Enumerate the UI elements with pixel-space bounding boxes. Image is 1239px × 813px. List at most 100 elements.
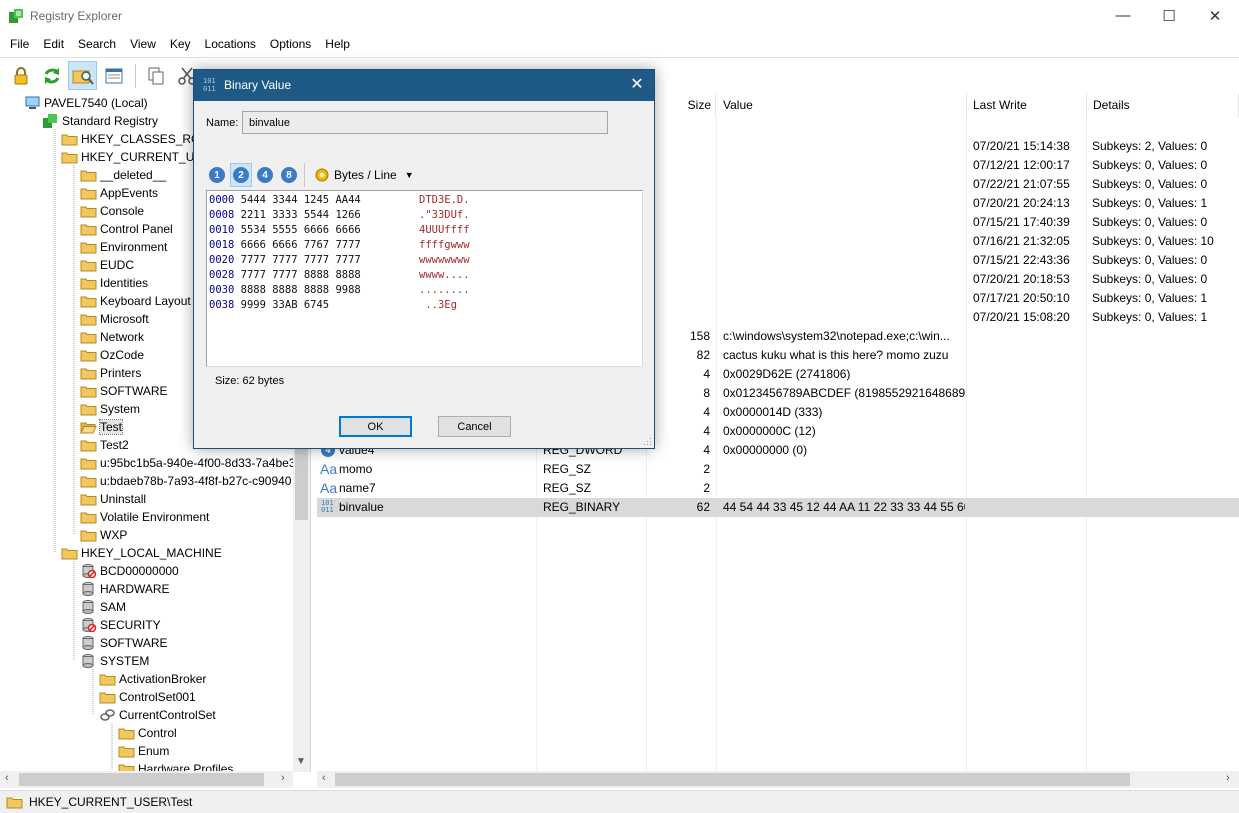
menu-help[interactable]: Help — [318, 32, 357, 56]
hex-line: 0028 7777 7777 8888 8888 wwww.... — [209, 268, 470, 283]
tree-item[interactable]: u:bdaeb78b-7a93-4f8f-b27c-c90940 — [80, 472, 291, 490]
column-value[interactable]: Value — [717, 93, 967, 117]
copy-button[interactable] — [141, 61, 170, 90]
tree-item[interactable]: System — [80, 400, 140, 418]
last-write-cell: 07/16/21 21:32:05 — [973, 234, 1070, 248]
menu-key[interactable]: Key — [163, 32, 198, 56]
column-details[interactable]: Details — [1087, 93, 1239, 117]
tree-item[interactable]: Enum — [118, 742, 169, 760]
tree-item[interactable]: Control Panel — [80, 220, 173, 238]
resize-grip-icon[interactable] — [642, 436, 652, 446]
minimize-button[interactable]: — — [1100, 0, 1146, 31]
menu-file[interactable]: File — [3, 32, 36, 56]
folder-open-icon — [80, 420, 100, 434]
folder-icon — [61, 546, 81, 560]
tree-item[interactable]: Keyboard Layout — [80, 292, 191, 310]
tree-item[interactable]: Console — [80, 202, 144, 220]
tree-item[interactable]: Test — [80, 418, 124, 436]
group-4-button[interactable]: 4 — [254, 163, 276, 187]
hex-offset: 0018 — [209, 239, 235, 251]
ok-button[interactable]: OK — [339, 416, 412, 437]
tree-item[interactable]: Printers — [80, 364, 141, 382]
tree-item[interactable]: SYSTEM — [80, 652, 149, 670]
tree-item[interactable]: SOFTWARE — [80, 382, 168, 400]
tree-item[interactable]: HARDWARE — [80, 580, 170, 598]
list-item[interactable]: 101 011 binvalue REG_BINARY 62 44 54 44 33 45… — [317, 498, 1239, 517]
tree-item[interactable]: WXP — [80, 526, 127, 544]
bytes-per-line-dropdown[interactable]: Bytes / Line ▼ — [314, 163, 414, 187]
hex-ascii: ........ — [419, 284, 470, 296]
name-field[interactable] — [242, 111, 608, 134]
tree-item[interactable]: EUDC — [80, 256, 134, 274]
value-size-cell: 4 — [703, 367, 710, 381]
scroll-down-arrow-icon[interactable]: ▼ — [296, 756, 306, 767]
group-8-button[interactable]: 8 — [278, 163, 300, 187]
lock-button[interactable] — [6, 61, 35, 90]
scroll-left-arrow-icon[interactable]: ‹ — [5, 772, 9, 784]
tree-hscroll-thumb[interactable] — [19, 773, 264, 786]
tree-item-label: OzCode — [100, 348, 145, 362]
tree-item[interactable]: Test2 — [80, 436, 129, 454]
tree-item-label: Test2 — [100, 438, 129, 452]
tree-item[interactable]: Environment — [80, 238, 167, 256]
tree-item[interactable]: Uninstall — [80, 490, 146, 508]
dialog-close-button[interactable]: ✕ — [625, 74, 649, 98]
folder-icon — [80, 402, 100, 416]
hive-icon — [80, 582, 100, 596]
tree-item[interactable]: OzCode — [80, 346, 144, 364]
tree-item[interactable]: __deleted__ — [80, 166, 166, 184]
group-2-button[interactable]: 2 — [230, 163, 252, 187]
column-size[interactable]: Size — [647, 93, 716, 117]
tree-item[interactable]: SAM — [80, 598, 126, 616]
chevron-down-icon: ▼ — [404, 170, 414, 180]
tree-item[interactable]: Volatile Environment — [80, 508, 209, 526]
folder-icon — [118, 726, 138, 740]
tree-item[interactable]: ControlSet001 — [99, 688, 196, 706]
hex-editor[interactable]: 0000 5444 3344 1245 AA44 DTD3E.D. 0008 221… — [206, 190, 643, 367]
scroll-left-arrow-icon[interactable]: ‹ — [322, 772, 326, 784]
list-item[interactable]: Aa momo REG_SZ 2 — [317, 460, 1239, 479]
find-button[interactable] — [68, 61, 97, 90]
tree-item[interactable]: SECURITY — [80, 616, 161, 634]
tree-item[interactable]: BCD00000000 — [80, 562, 179, 580]
last-write-cell: 07/12/21 12:00:17 — [973, 158, 1070, 172]
tree-item[interactable]: u:95bc1b5a-940e-4f00-8d33-7a4be3 — [80, 454, 296, 472]
tree-item-label: PAVEL7540 (Local) — [44, 96, 148, 110]
group-1-button[interactable]: 1 — [206, 163, 228, 187]
last-write-cell: 07/20/21 20:24:13 — [973, 196, 1070, 210]
tree-item[interactable]: Network — [80, 328, 144, 346]
menu-view[interactable]: View — [123, 32, 163, 56]
tree-item[interactable]: Identities — [80, 274, 148, 292]
value-size-cell: 4 — [703, 424, 710, 438]
tree-item[interactable]: Control — [118, 724, 177, 742]
tree-item[interactable]: PAVEL7540 (Local) — [24, 94, 148, 112]
tree-item[interactable]: ActivationBroker — [99, 670, 206, 688]
scroll-right-arrow-icon[interactable]: › — [1226, 772, 1230, 784]
cancel-button[interactable]: Cancel — [438, 416, 511, 437]
menu-locations[interactable]: Locations — [198, 32, 263, 56]
tree-item-label: Standard Registry — [62, 114, 159, 128]
menu-options[interactable]: Options — [263, 32, 318, 56]
close-window-button[interactable]: ✕ — [1192, 0, 1238, 31]
dialog-title-bar[interactable]: 101 011 Binary Value ✕ — [194, 70, 654, 101]
scroll-right-arrow-icon[interactable]: › — [281, 772, 285, 784]
list-hscroll-thumb[interactable] — [335, 773, 1130, 786]
tree-item[interactable]: Standard Registry — [42, 112, 158, 130]
column-last-write[interactable]: Last Write — [967, 93, 1087, 117]
hex-line: 0038 9999 33AB 6745 ..3Eg — [209, 298, 457, 313]
list-item[interactable]: Aa name7 REG_SZ 2 — [317, 479, 1239, 498]
tree-item[interactable]: SOFTWARE — [80, 634, 168, 652]
tree-item-label: WXP — [100, 528, 128, 542]
value-size-cell: 4 — [703, 405, 710, 419]
tree-item[interactable]: AppEvents — [80, 184, 158, 202]
refresh-button[interactable] — [37, 61, 66, 90]
menu-edit[interactable]: Edit — [36, 32, 71, 56]
tree-item[interactable]: CurrentControlSet — [99, 706, 216, 724]
bytes-per-line-label: Bytes / Line — [334, 168, 397, 182]
tree-item[interactable]: HKEY_LOCAL_MACHINE — [61, 544, 222, 562]
tree-item[interactable]: Microsoft — [80, 310, 149, 328]
details-cell: Subkeys: 0, Values: 1 — [1092, 310, 1208, 324]
maximize-button[interactable]: ☐ — [1146, 0, 1192, 31]
menu-search[interactable]: Search — [71, 32, 123, 56]
view-button[interactable] — [99, 61, 128, 90]
